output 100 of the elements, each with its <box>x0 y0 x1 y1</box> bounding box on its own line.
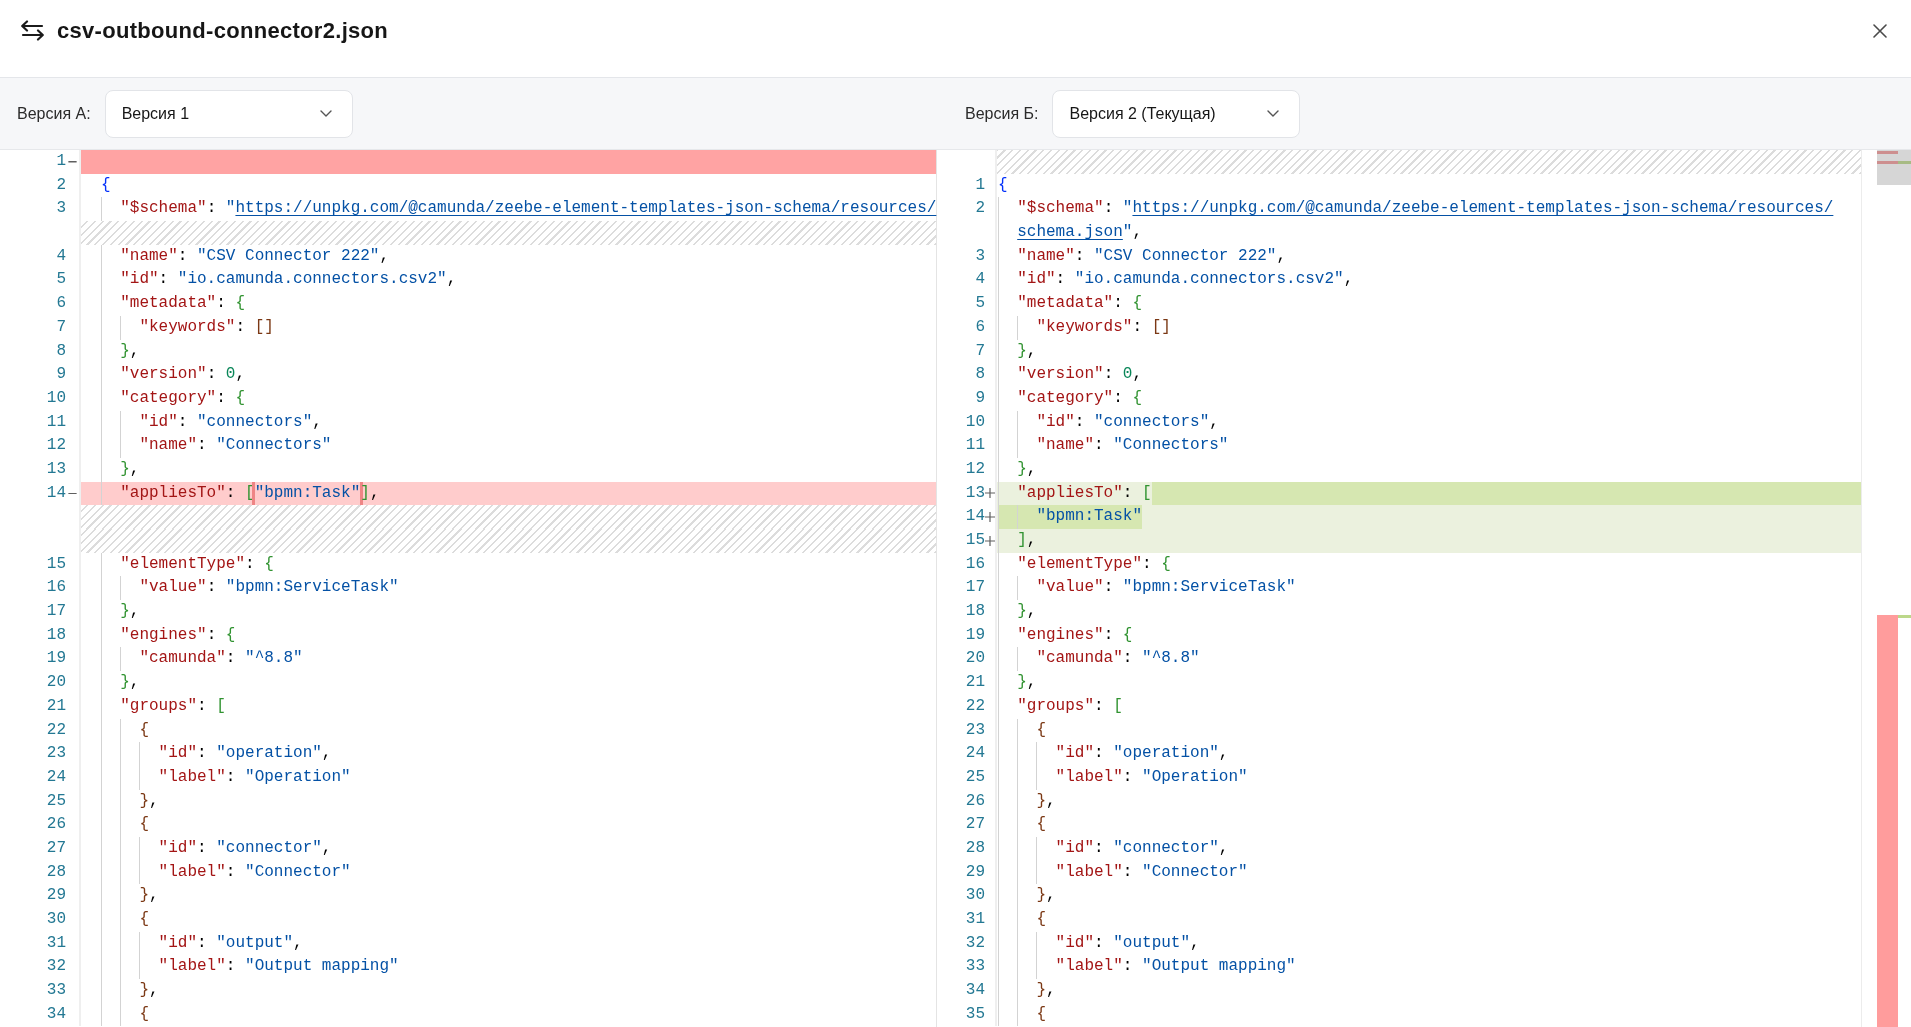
code-line: "camunda": "^8.8" <box>101 647 303 672</box>
code-line: { <box>101 174 111 196</box>
plus-icon <box>985 535 995 546</box>
line-number: 5 <box>975 294 985 313</box>
chevron-down-icon <box>1267 110 1280 117</box>
code-line: "label": "Output mapping" <box>101 955 399 980</box>
line-number: 17 <box>965 578 985 597</box>
code-line: "id": "connectors", <box>998 410 1219 435</box>
line-number: 29 <box>46 886 66 905</box>
line-number: 12 <box>46 436 66 455</box>
line-number: 33 <box>965 957 985 976</box>
code-line: "version": 0, <box>101 363 246 387</box>
line-number: 8 <box>56 341 66 360</box>
plus-icon <box>985 512 995 523</box>
code-line: "keywords": [] <box>998 315 1171 340</box>
line-number: 18 <box>46 625 66 644</box>
line-number: 32 <box>46 957 66 976</box>
line-number: 21 <box>46 696 66 715</box>
code-link[interactable]: https://unpkg.com/@camunda/zeebe-element-templates-json-schema/resources/ <box>235 197 937 222</box>
version-dropdown[interactable]: Версия 1 <box>104 89 353 138</box>
line-number: 6 <box>975 317 985 336</box>
line-number: 29 <box>965 862 985 881</box>
code-line: }, <box>101 884 159 908</box>
code-line: "id": "connectors", <box>101 410 322 435</box>
line-number: 22 <box>965 696 985 715</box>
line-number: 19 <box>965 625 985 644</box>
code-line: }, <box>998 789 1056 814</box>
line-number: 9 <box>975 388 985 407</box>
version-dropdown[interactable]: Версия 2 (Текущая) <box>1052 89 1301 138</box>
line-number: 22 <box>46 720 66 739</box>
line-number: 20 <box>965 649 985 668</box>
code-line: "name": "Connectors" <box>101 434 332 458</box>
line-number: 3 <box>56 199 66 218</box>
line-number: 3 <box>975 246 985 265</box>
line-number: 34 <box>46 1004 66 1023</box>
line-number: 24 <box>46 767 66 786</box>
code-link[interactable]: schema.json <box>1017 221 1123 245</box>
code-line: "name": "CSV Connector 222", <box>998 244 1287 269</box>
code-line: "label": "Output mapping" <box>998 955 1296 980</box>
line-number: 6 <box>56 294 66 313</box>
added-marker-icon <box>1898 161 1911 164</box>
code-line: "camunda": "^8.8" <box>998 647 1200 672</box>
chevron-down-icon <box>319 110 332 117</box>
line-number: 18 <box>965 602 985 621</box>
line-number: 14 <box>46 483 66 502</box>
line-number: 34 <box>965 981 985 1000</box>
line-number: 11 <box>46 412 66 431</box>
line-number: 13 <box>46 459 66 478</box>
code-line: "$schema": "https://unpkg.com/@camunda/zeebe-element-templates-json-schema/resources/ <box>101 197 937 222</box>
code-line: { <box>101 718 149 743</box>
code-line: "metadata": { <box>101 292 246 316</box>
line-number: 28 <box>46 862 66 881</box>
line-number: 11 <box>965 436 985 455</box>
code-line: { <box>998 1002 1046 1027</box>
line-number: 30 <box>46 910 66 928</box>
line-number: 27 <box>46 838 66 857</box>
line-number: 1 <box>975 175 985 194</box>
minus-icon <box>67 492 78 495</box>
line-number: 27 <box>965 815 985 834</box>
line-number: 23 <box>46 744 66 763</box>
line-number: 10 <box>46 388 66 407</box>
code-line: "appliesTo": ["bpmn:Task"], <box>101 481 380 506</box>
code-line: "id": "operation", <box>998 742 1229 766</box>
code-line: { <box>101 908 149 932</box>
code-line: "name": "CSV Connector 222", <box>101 244 390 269</box>
line-number: 7 <box>56 317 66 336</box>
code-line: }, <box>101 789 159 814</box>
close-icon <box>1873 23 1887 38</box>
line-number: 4 <box>975 270 985 289</box>
line-number: 25 <box>46 791 66 810</box>
version-label: Версия Б: <box>965 104 1039 123</box>
code-line: { <box>998 718 1046 743</box>
code-line: "$schema": "https://unpkg.com/@camunda/zeebe-element-templates-json-schema/resources/ <box>998 197 1834 222</box>
code-line: "engines": { <box>998 623 1133 648</box>
code-line: { <box>998 813 1046 837</box>
line-number: 19 <box>46 649 66 668</box>
line-number: 16 <box>46 578 66 597</box>
line-number: 17 <box>46 602 66 621</box>
code-line: "id": "output", <box>101 931 303 956</box>
line-number: 16 <box>965 554 985 573</box>
code-line: "label": "Operation" <box>998 765 1248 790</box>
code-line: schema.json", <box>998 221 1143 245</box>
line-number: 2 <box>56 175 66 194</box>
code-line: "id": "connector", <box>998 836 1229 861</box>
code-line: "groups": [ <box>998 694 1123 719</box>
line-number: 23 <box>965 720 985 739</box>
version-label: Версия А: <box>17 104 91 123</box>
line-number: 2 <box>975 199 985 218</box>
code-line: }, <box>998 884 1056 908</box>
code-line: "appliesTo": [ <box>998 481 1152 506</box>
code-line: }, <box>101 979 159 1003</box>
code-link[interactable]: https://unpkg.com/@camunda/zeebe-element-templates-json-schema/resources/ <box>1132 197 1834 222</box>
line-number: 13 <box>965 483 985 502</box>
scrollbar-thumb[interactable] <box>1877 150 1911 185</box>
code-line: "id": "operation", <box>101 742 332 766</box>
code-line: "label": "Connector" <box>101 860 351 885</box>
line-number: 7 <box>975 341 985 360</box>
code-line: "label": "Connector" <box>998 860 1248 885</box>
line-number: 15 <box>965 531 985 549</box>
code-line: "value": "bpmn:ServiceTask" <box>998 576 1296 601</box>
